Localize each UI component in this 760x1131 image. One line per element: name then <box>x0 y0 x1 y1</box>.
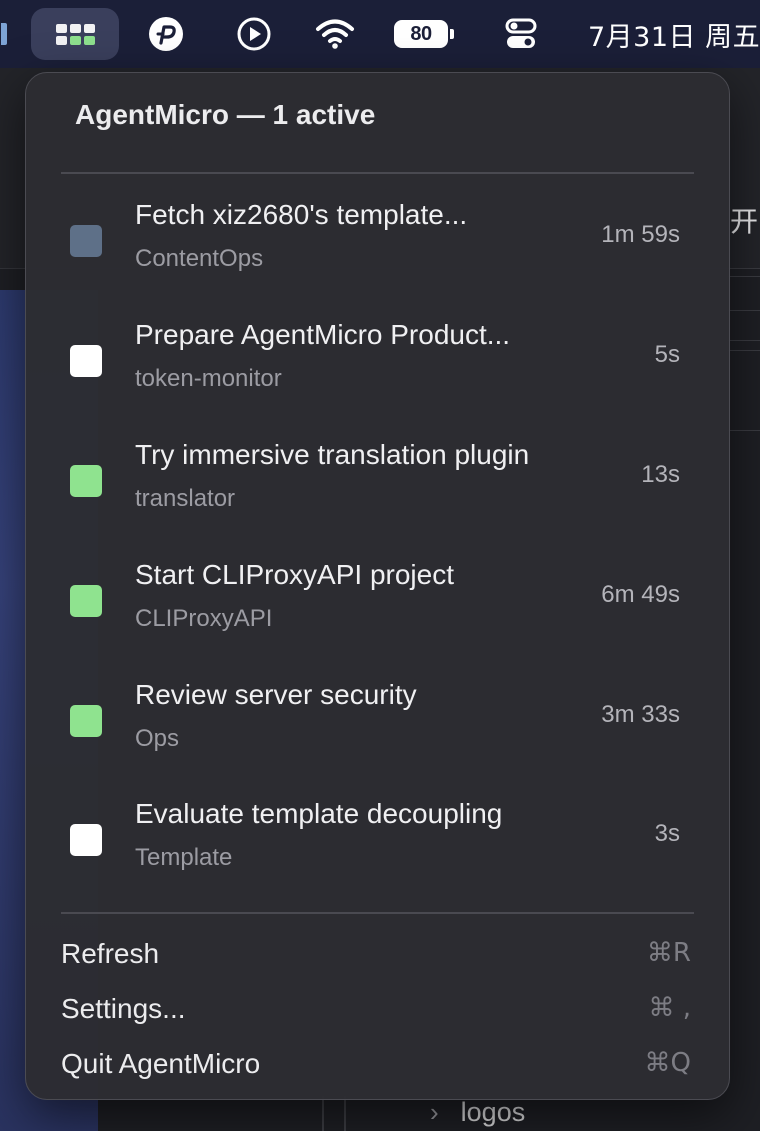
task-elapsed-time: 6m 49s <box>601 581 680 608</box>
agentmicro-menubar-button[interactable] <box>31 0 119 68</box>
task-project: ContentOps <box>135 245 264 272</box>
task-project: CLIProxyAPI <box>135 605 273 632</box>
menu-separator <box>61 172 694 174</box>
task-project: Template <box>135 844 233 871</box>
p-logo-icon[interactable] <box>144 0 188 68</box>
task-item[interactable]: Review server security Ops 3m 33s <box>26 667 729 779</box>
task-status-indicator <box>70 705 102 737</box>
background-app-label: 开 <box>730 205 759 238</box>
task-title: Review server security <box>135 679 417 710</box>
menu-separator <box>61 912 694 914</box>
battery-icon: 80 <box>394 20 448 48</box>
battery-percent: 80 <box>410 22 432 45</box>
quit-menu-item[interactable]: Quit AgentMicro ⌘Q <box>26 1040 729 1090</box>
task-title: Prepare AgentMicro Product... <box>135 319 511 350</box>
task-title: Try immersive translation plugin <box>135 439 530 470</box>
task-status-indicator <box>70 225 102 257</box>
keyboard-shortcut: ⌘R <box>646 938 691 968</box>
task-item[interactable]: Try immersive translation plugin transla… <box>26 427 729 539</box>
keyboard-shortcut: ⌘Q <box>644 1048 691 1078</box>
task-item[interactable]: Start CLIProxyAPI project CLIProxyAPI 6m… <box>26 547 729 659</box>
task-elapsed-time: 3s <box>654 820 680 847</box>
menubar-edge-icon <box>0 0 8 68</box>
task-title: Evaluate template decoupling <box>135 798 503 829</box>
menu-item-label: Refresh <box>61 938 160 969</box>
menu-header: AgentMicro — 1 active <box>75 99 376 130</box>
agentmicro-dropdown-menu: AgentMicro — 1 active Fetch xiz2680's te… <box>25 72 730 1100</box>
task-elapsed-time: 5s <box>654 341 680 368</box>
task-project: translator <box>135 485 236 512</box>
task-elapsed-time: 13s <box>641 461 680 488</box>
refresh-menu-item[interactable]: Refresh ⌘R <box>26 930 729 980</box>
keyboard-shortcut: ⌘ , <box>648 993 691 1023</box>
task-elapsed-time: 1m 59s <box>601 221 680 248</box>
task-status-indicator <box>70 345 102 377</box>
menu-item-label: Settings... <box>61 993 186 1024</box>
chevron-right-icon: › <box>430 1097 439 1127</box>
settings-menu-item[interactable]: Settings... ⌘ , <box>26 985 729 1035</box>
task-title: Fetch xiz2680's template... <box>135 199 468 230</box>
task-item[interactable]: Prepare AgentMicro Product... token-moni… <box>26 307 729 419</box>
task-status-indicator <box>70 824 102 856</box>
battery-indicator[interactable]: 80 <box>392 0 456 68</box>
task-title: Start CLIProxyAPI project <box>135 559 455 590</box>
background-pane-divider <box>344 1096 346 1131</box>
control-center-icon[interactable] <box>498 0 544 68</box>
menubar-clock[interactable]: 7月31日 周五 <box>588 0 760 68</box>
wifi-icon[interactable] <box>310 0 360 68</box>
task-item[interactable]: Fetch xiz2680's template... ContentOps 1… <box>26 187 729 299</box>
task-item[interactable]: Evaluate template decoupling Template 3s <box>26 786 729 898</box>
tree-row-label: logos <box>460 1097 526 1127</box>
task-project: token-monitor <box>135 365 282 392</box>
task-status-indicator <box>70 465 102 497</box>
menu-bar: 80 7月31日 周五 <box>0 0 760 68</box>
menu-item-label: Quit AgentMicro <box>61 1048 261 1079</box>
app-grid-icon <box>55 23 95 45</box>
task-elapsed-time: 3m 33s <box>601 701 680 728</box>
play-circle-icon[interactable] <box>232 0 276 68</box>
background-pane-divider <box>322 1096 324 1131</box>
task-project: Ops <box>135 725 180 752</box>
task-status-indicator <box>70 585 102 617</box>
